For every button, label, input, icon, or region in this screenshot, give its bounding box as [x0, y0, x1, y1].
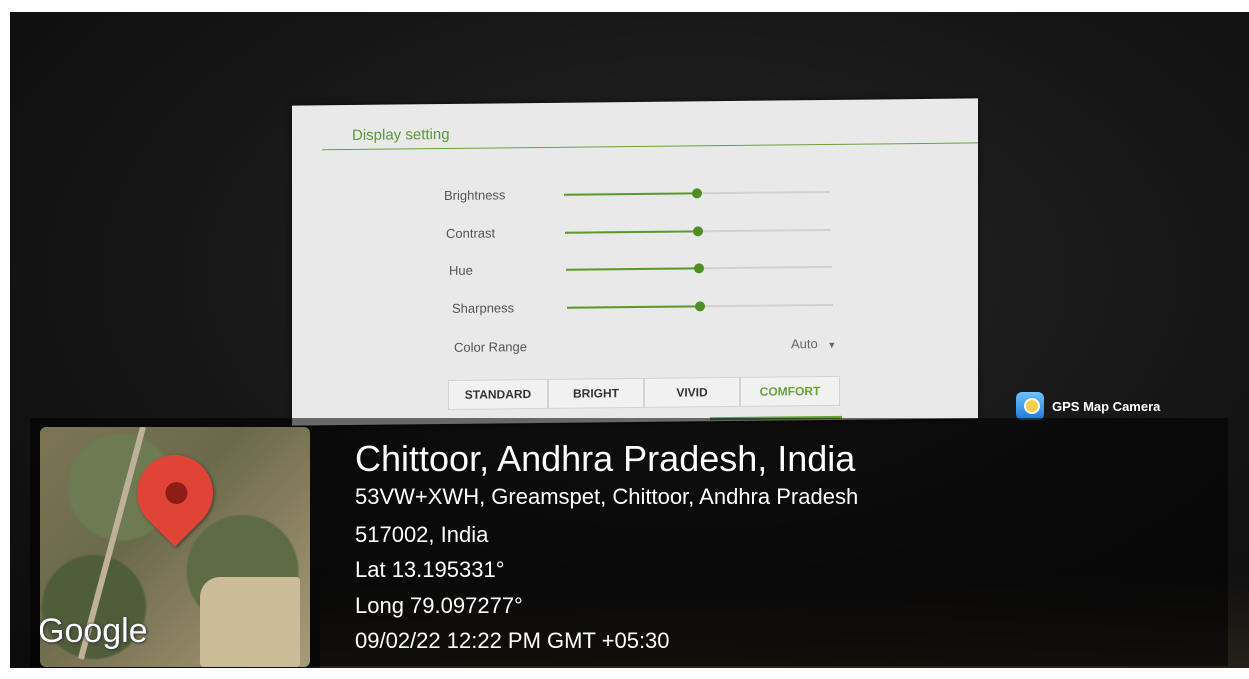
hue-fill — [566, 267, 699, 271]
contrast-thumb[interactable] — [693, 226, 703, 237]
gps-map-camera-logo: GPS Map Camera — [1016, 392, 1160, 420]
sharpness-thumb[interactable] — [695, 301, 705, 312]
map-thumbnail: Google — [40, 427, 310, 667]
contrast-row: Contrast — [292, 216, 978, 247]
mode-standard-button[interactable]: STANDARD — [448, 378, 548, 410]
mode-bright-button[interactable]: BRIGHT — [548, 377, 644, 409]
address-line-1: 53VW+XWH, Greamspet, Chittoor, Andhra Pr… — [355, 484, 859, 509]
picture-mode-bar: STANDARD BRIGHT VIVID COMFORT — [448, 375, 840, 410]
gps-camera-icon — [1016, 392, 1044, 420]
color-range-row: Color Range Auto ▼ — [292, 330, 978, 361]
display-setting-title: Display setting — [352, 125, 450, 144]
color-range-label: Color Range — [454, 339, 527, 355]
sharpness-slider[interactable] — [567, 301, 833, 312]
location-title: Chittoor, Andhra Pradesh, India — [355, 438, 856, 479]
mode-vivid-button[interactable]: VIVID — [644, 376, 740, 408]
color-range-select[interactable]: Auto ▼ — [791, 336, 836, 351]
sharpness-row: Sharpness — [292, 291, 978, 322]
color-range-value: Auto — [791, 336, 818, 352]
hue-thumb[interactable] — [694, 263, 704, 274]
brightness-fill — [564, 192, 697, 196]
sharpness-fill — [567, 305, 700, 309]
contrast-fill — [565, 230, 698, 234]
datetime: 09/02/22 12:22 PM GMT +05:30 — [355, 628, 670, 653]
hue-label: Hue — [449, 262, 473, 278]
google-logo: Google — [40, 612, 148, 650]
contrast-slider[interactable] — [565, 226, 831, 237]
mode-comfort-button[interactable]: COMFORT — [740, 375, 840, 407]
gps-app-name: GPS Map Camera — [1052, 398, 1161, 414]
brightness-label: Brightness — [444, 187, 506, 204]
address-line-2: 517002, India — [355, 522, 489, 547]
hue-slider[interactable] — [566, 263, 832, 274]
brightness-slider[interactable] — [564, 188, 830, 199]
brightness-thumb[interactable] — [692, 188, 702, 199]
sharpness-label: Sharpness — [452, 300, 515, 316]
longitude: Long 79.097277° — [355, 593, 523, 618]
brightness-row: Brightness — [292, 178, 978, 209]
latitude: Lat 13.195331° — [355, 557, 505, 582]
tv-screen: Display setting Brightness Contrast Hue … — [292, 98, 978, 426]
title-divider — [322, 142, 978, 151]
hue-row: Hue — [292, 253, 978, 284]
map-field — [200, 577, 300, 667]
dropdown-arrow-icon: ▼ — [827, 339, 837, 350]
contrast-label: Contrast — [446, 225, 496, 241]
